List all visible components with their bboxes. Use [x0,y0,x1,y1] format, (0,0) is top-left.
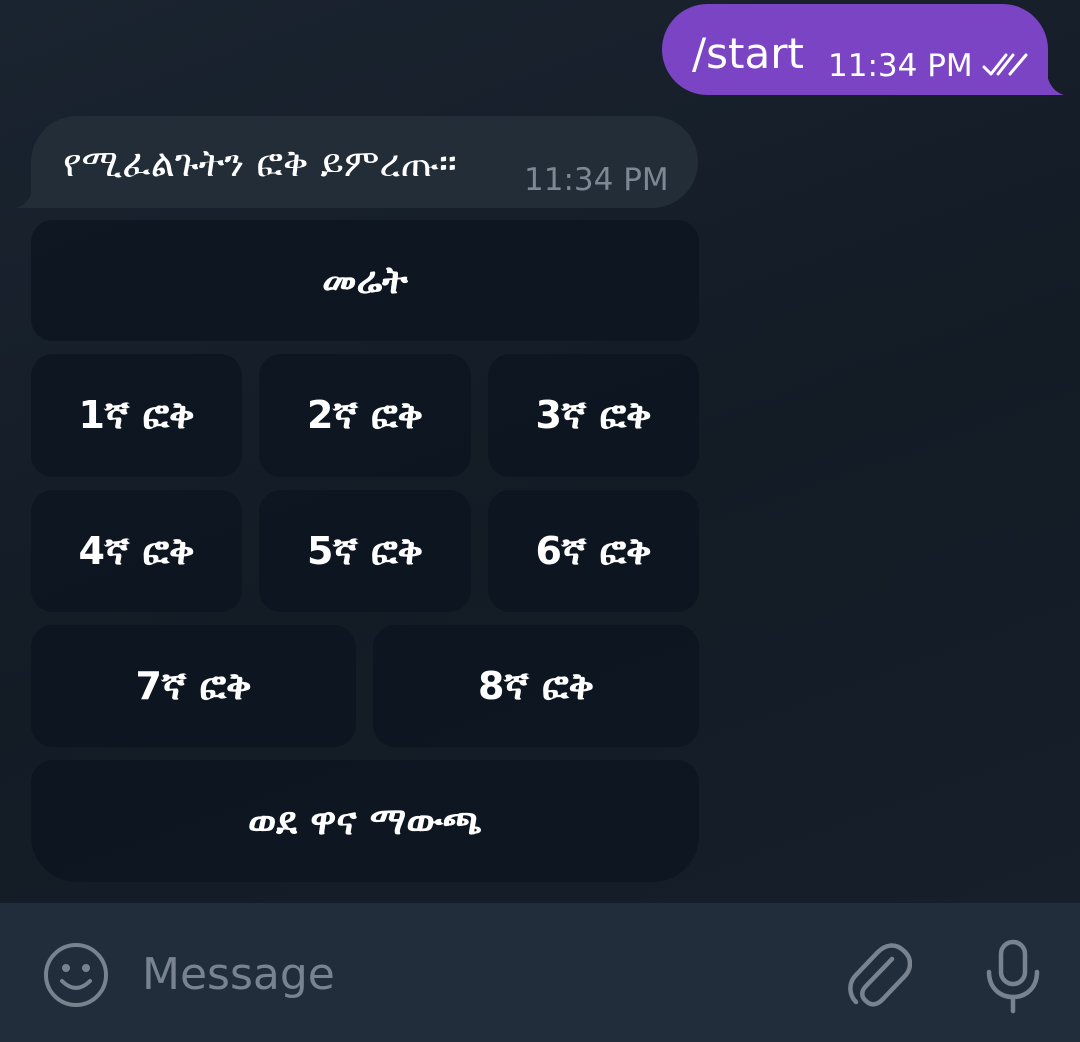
floor-3-button[interactable]: 3ኛ ፎቅ [488,354,699,477]
incoming-message[interactable]: የሚፈልጉትን ፎቅ ይምረጡ። 11:34 PM [31,116,698,208]
floor-1-button[interactable]: 1ኛ ፎቅ [31,354,242,477]
floor-8-button[interactable]: 8ኛ ፎቅ [373,625,699,747]
outgoing-message-time: 11:34 PM [828,48,973,84]
outgoing-message[interactable]: /start 11:34 PM [662,4,1048,95]
message-input[interactable] [142,939,802,1009]
ground-floor-button[interactable]: መሬት [31,220,699,341]
double-check-icon [982,53,1028,76]
microphone-icon[interactable] [982,939,1044,1015]
floor-4-button[interactable]: 4ኛ ፎቅ [31,490,242,612]
floor-7-button[interactable]: 7ኛ ፎቅ [31,625,356,747]
attach-icon[interactable] [846,939,912,1011]
outgoing-message-text: /start [692,29,804,78]
floor-5-button[interactable]: 5ኛ ፎቅ [259,490,471,612]
incoming-message-text: የሚፈልጉትን ፎቅ ይምረጡ። [63,141,457,185]
floor-2-button[interactable]: 2ኛ ፎቅ [259,354,471,477]
emoji-icon[interactable] [42,941,110,1009]
chat-area[interactable]: /start 11:34 PM የሚፈልጉትን ፎቅ ይምረጡ። 11:34 P… [0,0,1080,903]
main-menu-button[interactable]: ወደ ዋና ማውጫ [31,760,699,882]
incoming-message-time: 11:34 PM [524,162,669,198]
message-input-bar [0,903,1080,1042]
floor-6-button[interactable]: 6ኛ ፎቅ [488,490,699,612]
